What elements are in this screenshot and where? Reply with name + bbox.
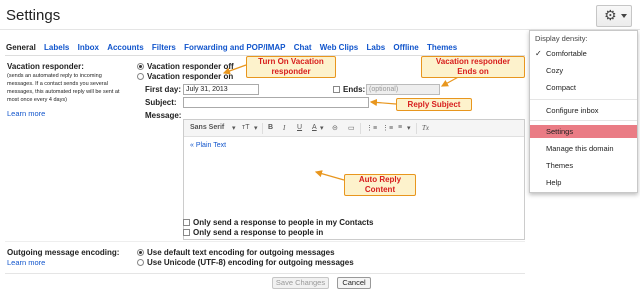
menu-item-configure-inbox[interactable]: Configure inbox <box>530 104 637 117</box>
menu-item-label: Comfortable <box>546 49 587 58</box>
chevron-down-icon: ▾ <box>232 125 236 132</box>
menu-item-cozy[interactable]: Cozy <box>530 64 637 77</box>
subject-label: Subject: <box>145 98 177 107</box>
tab-labels[interactable]: Labels <box>44 43 69 52</box>
gear-icon: ⚙ <box>604 8 617 24</box>
remove-formatting-icon[interactable]: Tx <box>422 124 429 132</box>
menu-divider <box>530 120 637 121</box>
vacation-off-label: Vacation responder off <box>147 62 234 71</box>
first-day-label: First day: <box>145 85 182 94</box>
encoding-unicode-radio[interactable] <box>137 259 144 266</box>
font-size-button[interactable]: тT <box>242 124 249 131</box>
domain-only-checkbox[interactable] <box>183 229 190 236</box>
menu-divider <box>530 99 637 100</box>
page-title: Settings <box>6 7 61 24</box>
formatting-toolbar: Sans Serif ▾ тT ▾ B I U A ▾ ⊝ ▭ ⋮≡ ⋮≡ ≡ … <box>184 120 524 137</box>
chevron-down-icon: ▾ <box>254 125 258 132</box>
image-icon[interactable]: ▭ <box>348 124 355 132</box>
callout-auto-reply-content: Auto Reply Content <box>344 174 416 196</box>
underline-button[interactable]: U <box>297 124 302 131</box>
italic-button[interactable]: I <box>283 124 285 132</box>
callout-reply-subject: Reply Subject <box>396 98 472 111</box>
chevron-down-icon: ▾ <box>407 125 411 132</box>
subject-input[interactable] <box>183 97 369 108</box>
display-density-label: Display density: <box>535 34 588 43</box>
numbered-list-icon[interactable]: ⋮≡ <box>366 124 377 132</box>
section-divider <box>5 241 525 242</box>
plain-text-link[interactable]: « Plain Text <box>190 142 226 149</box>
tab-offline[interactable]: Offline <box>393 43 418 52</box>
tab-web-clips[interactable]: Web Clips <box>320 43 359 52</box>
bulleted-list-icon[interactable]: ⋮≡ <box>382 124 393 132</box>
tab-labs[interactable]: Labs <box>366 43 385 52</box>
font-family-select[interactable]: Sans Serif <box>190 124 224 131</box>
menu-item-comfortable[interactable]: ✓ Comfortable <box>530 47 637 60</box>
domain-only-label: Only send a response to people in <box>193 228 324 237</box>
encoding-unicode-radio-row[interactable]: Use Unicode (UTF-8) encoding for outgoin… <box>137 258 354 267</box>
first-day-input[interactable]: July 31, 2013 <box>183 84 259 95</box>
vacation-responder-description: (sends an automated reply to incoming me… <box>7 73 120 103</box>
menu-item-manage-domain[interactable]: Manage this domain <box>530 142 637 155</box>
encoding-learn-more-link[interactable]: Learn more <box>7 258 45 267</box>
ends-date-input[interactable]: (optional) <box>366 84 440 95</box>
chevron-down-icon <box>621 14 627 18</box>
chevron-down-icon: ▾ <box>320 125 324 132</box>
tab-themes[interactable]: Themes <box>427 43 457 52</box>
vacation-off-radio[interactable] <box>137 63 144 70</box>
encoding-label: Outgoing message encoding: <box>7 248 120 257</box>
toolbar-divider <box>360 123 361 134</box>
encoding-default-radio[interactable] <box>137 249 144 256</box>
align-icon[interactable]: ≡ <box>398 124 402 131</box>
vacation-on-radio[interactable] <box>137 73 144 80</box>
vacation-on-label: Vacation responder on <box>147 72 234 81</box>
settings-gear-button[interactable]: ⚙ <box>596 5 632 27</box>
vacation-on-radio-row[interactable]: Vacation responder on <box>137 72 233 81</box>
footer-divider <box>5 273 525 274</box>
menu-item-settings[interactable]: Settings <box>530 125 637 138</box>
callout-ends-on: Vacation responder Ends on <box>421 56 525 78</box>
toolbar-divider <box>262 123 263 134</box>
menu-item-compact[interactable]: Compact <box>530 81 637 94</box>
message-label: Message: <box>145 111 182 120</box>
encoding-default-radio-row[interactable]: Use default text encoding for outgoing m… <box>137 248 335 257</box>
checkmark-icon: ✓ <box>535 49 542 58</box>
tab-chat[interactable]: Chat <box>294 43 312 52</box>
tab-forwarding[interactable]: Forwarding and POP/IMAP <box>184 43 285 52</box>
vacation-responder-label: Vacation responder: <box>7 62 84 71</box>
encoding-unicode-label: Use Unicode (UTF-8) encoding for outgoin… <box>147 258 354 267</box>
contacts-only-label: Only send a response to people in my Con… <box>193 218 374 227</box>
vacation-learn-more-link[interactable]: Learn more <box>7 109 45 118</box>
settings-tabs: General Labels Inbox Accounts Filters Fo… <box>6 43 463 52</box>
tab-inbox[interactable]: Inbox <box>78 43 99 52</box>
callout-arrow-subject <box>369 98 397 107</box>
bold-button[interactable]: B <box>268 124 273 131</box>
encoding-default-label: Use default text encoding for outgoing m… <box>147 248 335 257</box>
tab-filters[interactable]: Filters <box>152 43 176 52</box>
ends-label: Ends: <box>343 85 366 94</box>
text-color-button[interactable]: A <box>312 124 317 131</box>
cancel-button[interactable]: Cancel <box>337 277 371 289</box>
tab-general[interactable]: General <box>6 43 36 52</box>
menu-item-themes[interactable]: Themes <box>530 159 637 172</box>
tab-accounts[interactable]: Accounts <box>107 43 143 52</box>
vacation-off-radio-row[interactable]: Vacation responder off <box>137 62 234 71</box>
toolbar-divider <box>416 123 417 134</box>
callout-turn-on-vacation: Turn On Vacation responder <box>246 56 336 78</box>
ends-checkbox[interactable] <box>333 86 340 93</box>
save-changes-button[interactable]: Save Changes <box>272 277 329 289</box>
link-icon[interactable]: ⊝ <box>332 124 338 132</box>
settings-dropdown-menu: Display density: ✓ Comfortable Cozy Comp… <box>529 30 638 193</box>
contacts-only-checkbox[interactable] <box>183 219 190 226</box>
menu-item-help[interactable]: Help <box>530 176 637 189</box>
